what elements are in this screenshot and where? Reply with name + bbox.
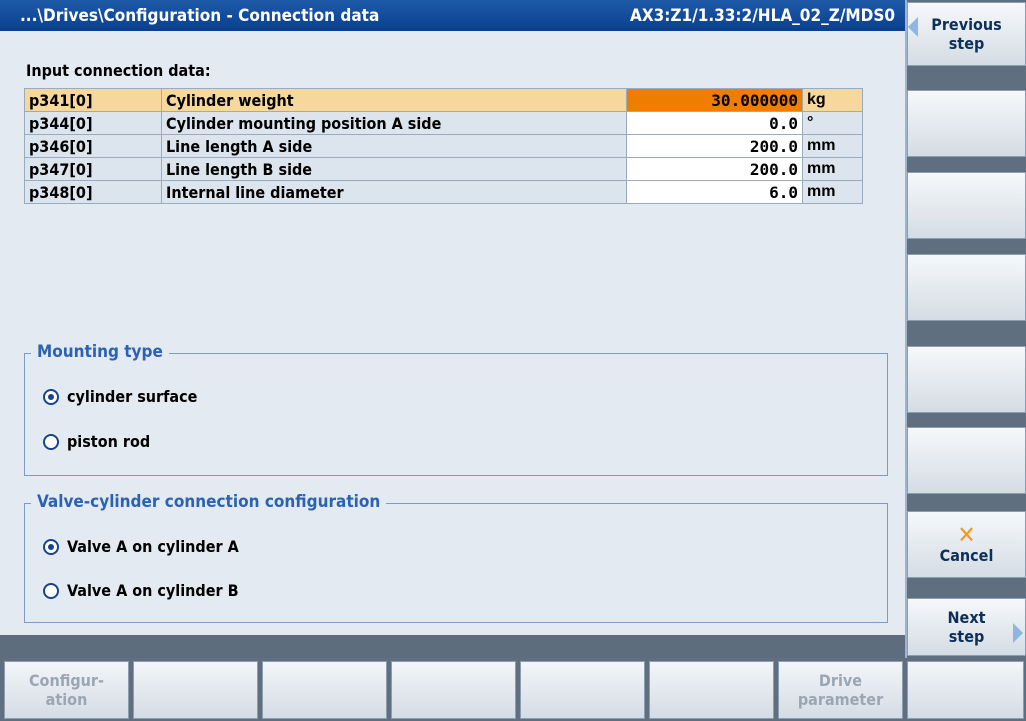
- table-row[interactable]: p346[0] Line length A side 200.0 mm: [24, 134, 863, 158]
- param-description: Line length B side: [161, 157, 627, 181]
- radio-unchecked-icon[interactable]: [43, 582, 59, 599]
- radio-valve-a-cylinder-a[interactable]: Valve A on cylinder A: [43, 537, 239, 556]
- parameter-table: p341[0] Cylinder weight 30.000000 kg p34…: [24, 88, 863, 204]
- softkey-h4[interactable]: [391, 661, 516, 719]
- param-value-input[interactable]: 6.0: [626, 180, 803, 204]
- radio-valve-a-cylinder-b[interactable]: Valve A on cylinder B: [43, 581, 239, 600]
- mounting-type-group: Mounting type cylinder surface piston ro…: [24, 342, 888, 476]
- softkey-h5[interactable]: [520, 661, 645, 719]
- param-value-input[interactable]: 30.000000: [626, 88, 803, 112]
- table-row[interactable]: p344[0] Cylinder mounting position A sid…: [24, 111, 863, 135]
- param-unit: mm: [802, 157, 863, 181]
- softkey-label: Next: [947, 608, 986, 627]
- softkey-v2[interactable]: [907, 90, 1026, 157]
- param-id: p346[0]: [24, 134, 162, 158]
- softkey-label: Drive: [818, 671, 863, 690]
- title-bar: ...\Drives\Configuration - Connection da…: [0, 0, 905, 31]
- axis-identifier: AX3:Z1/1.33:2/HLA_02_Z/MDS0: [629, 5, 895, 26]
- softkey-label: Previous: [931, 15, 1002, 34]
- next-step-button[interactable]: Next step: [907, 598, 1026, 656]
- status-strip: [0, 635, 905, 658]
- table-row[interactable]: p347[0] Line length B side 200.0 mm: [24, 157, 863, 181]
- table-row[interactable]: p348[0] Internal line diameter 6.0 mm: [24, 180, 863, 204]
- configuration-button[interactable]: Configur-ation: [4, 661, 129, 719]
- softkey-label: ation: [45, 690, 88, 709]
- softkey-h8[interactable]: [907, 661, 1024, 719]
- param-description: Cylinder weight: [161, 88, 627, 112]
- param-value-input[interactable]: 200.0: [626, 134, 803, 158]
- softkey-h2[interactable]: [133, 661, 258, 719]
- param-id: p341[0]: [24, 88, 162, 112]
- softkey-label: step: [948, 627, 985, 646]
- param-id: p347[0]: [24, 157, 162, 181]
- main-panel: Input connection data: p341[0] Cylinder …: [0, 31, 905, 635]
- cancel-button[interactable]: ✕ Cancel: [907, 511, 1026, 578]
- valve-config-title: Valve-cylinder connection configuration: [31, 492, 387, 512]
- softkey-label: Configur-: [28, 671, 104, 690]
- mounting-type-title: Mounting type: [31, 342, 169, 362]
- drive-parameter-button[interactable]: Drive parameter: [778, 661, 903, 719]
- softkey-v5[interactable]: [907, 346, 1026, 413]
- radio-unchecked-icon[interactable]: [43, 433, 59, 450]
- radio-cylinder-surface[interactable]: cylinder surface: [43, 387, 197, 406]
- param-description: Internal line diameter: [161, 180, 627, 204]
- param-unit: mm: [802, 134, 863, 158]
- softkey-v6[interactable]: [907, 427, 1026, 494]
- valve-config-group: Valve-cylinder connection configuration …: [24, 492, 888, 623]
- softkey-label: parameter: [797, 690, 884, 709]
- table-row[interactable]: p341[0] Cylinder weight 30.000000 kg: [24, 88, 863, 112]
- param-unit: kg: [802, 88, 863, 112]
- param-value-input[interactable]: 200.0: [626, 157, 803, 181]
- window-title: ...\Drives\Configuration - Connection da…: [20, 5, 380, 26]
- softkey-h6[interactable]: [649, 661, 774, 719]
- param-description: Cylinder mounting position A side: [161, 111, 627, 135]
- previous-step-button[interactable]: Previous step: [907, 2, 1026, 66]
- softkey-v3[interactable]: [907, 172, 1026, 239]
- radio-label: Valve A on cylinder B: [67, 581, 239, 600]
- radio-checked-icon[interactable]: [43, 388, 59, 405]
- radio-piston-rod[interactable]: piston rod: [43, 432, 150, 451]
- radio-checked-icon[interactable]: [43, 538, 59, 555]
- arrow-right-icon: [1013, 623, 1023, 643]
- param-unit: °: [802, 111, 863, 135]
- cancel-x-icon: ✕: [957, 521, 976, 549]
- softkey-v4[interactable]: [907, 254, 1026, 321]
- param-value-input[interactable]: 0.0: [626, 111, 803, 135]
- radio-label: piston rod: [67, 432, 151, 451]
- radio-label: cylinder surface: [67, 387, 198, 406]
- softkey-label: Cancel: [939, 546, 994, 565]
- softkey-h3[interactable]: [262, 661, 387, 719]
- arrow-left-icon: [908, 17, 918, 37]
- section-label: Input connection data:: [26, 61, 211, 80]
- softkey-label: step: [948, 34, 985, 53]
- param-description: Line length A side: [161, 134, 627, 158]
- param-id: p348[0]: [24, 180, 162, 204]
- param-unit: mm: [802, 180, 863, 204]
- param-id: p344[0]: [24, 111, 162, 135]
- radio-label: Valve A on cylinder A: [67, 537, 239, 556]
